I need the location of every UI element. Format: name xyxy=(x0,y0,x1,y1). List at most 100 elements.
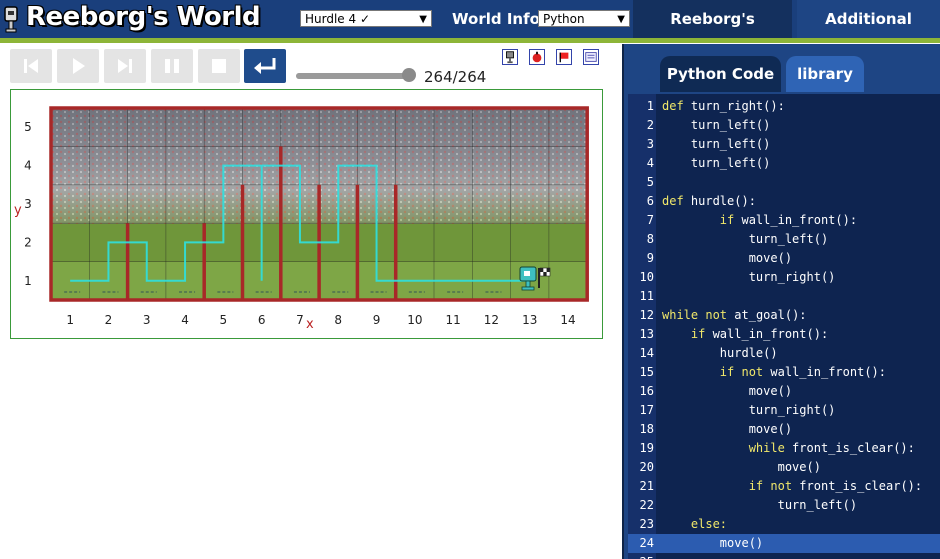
line-number: 19 xyxy=(639,441,654,455)
run-button[interactable] xyxy=(57,49,99,83)
code-line[interactable]: 1 def turn_right(): xyxy=(628,97,940,116)
code-line[interactable]: 8 turn_left() xyxy=(628,230,940,249)
code-line[interactable]: 10 turn_right() xyxy=(628,268,940,287)
code-text: move() xyxy=(748,251,793,265)
x-tick-label: 14 xyxy=(560,313,575,327)
line-number: 3 xyxy=(646,137,654,151)
x-tick-label: 2 xyxy=(105,313,113,327)
x-tick-label: 12 xyxy=(484,313,499,327)
y-tick-label: 1 xyxy=(24,274,32,288)
pause-button[interactable] xyxy=(151,49,193,83)
code-line[interactable]: 14 hurdle() xyxy=(628,344,940,363)
code-line[interactable]: 17 turn_right() xyxy=(628,401,940,420)
x-tick-label: 5 xyxy=(220,313,228,327)
line-number: 16 xyxy=(639,384,654,398)
code-text: def turn_right(): xyxy=(662,99,785,113)
code-line[interactable]: 22 turn_left() xyxy=(628,496,940,515)
code-line[interactable]: 7 if wall_in_front(): xyxy=(628,211,940,230)
language-select[interactable]: Python ▼ xyxy=(538,10,630,27)
additional-options-button[interactable]: Additional options xyxy=(797,0,940,66)
code-text: turn_left() xyxy=(690,137,771,151)
keyboard-button[interactable]: Reeborg's keyboard xyxy=(633,0,792,66)
code-text: turn_left() xyxy=(777,498,858,512)
line-number: 24 xyxy=(639,536,654,550)
code-text: hurdle() xyxy=(719,346,778,360)
code-text: if not wall_in_front(): xyxy=(719,365,886,379)
x-axis-ticks: 1 2 3 4 5 6 7 8 9 10 11 12 13 14 xyxy=(66,313,575,327)
line-number: 22 xyxy=(639,498,654,512)
code-line[interactable]: 12 while not at_goal(): xyxy=(628,306,940,325)
code-text: while not at_goal(): xyxy=(662,308,807,322)
x-tick-label: 13 xyxy=(522,313,537,327)
world-info-button[interactable]: World Info xyxy=(446,0,546,38)
edit-tool-icon[interactable] xyxy=(583,49,599,65)
bomb-tool-icon[interactable] xyxy=(529,49,545,65)
code-editor[interactable]: 1 def turn_right(): 2 turn_left() 3 turn_le… xyxy=(628,94,940,559)
robot-tool-icon[interactable] xyxy=(502,49,518,65)
pause-icon xyxy=(165,59,179,73)
code-text: turn_right() xyxy=(748,403,836,417)
code-text: move() xyxy=(748,384,793,398)
world-select[interactable]: Hurdle 4 ✓ ▼ xyxy=(300,10,432,27)
line-number: 25 xyxy=(628,553,654,559)
code-line[interactable]: 20 move() xyxy=(628,458,940,477)
x-tick-label: 3 xyxy=(143,313,151,327)
code-line[interactable]: 24 move() xyxy=(628,534,940,553)
world-select-value: Hurdle 4 ✓ xyxy=(305,12,371,26)
code-line[interactable]: 25 xyxy=(628,553,940,559)
x-tick-label: 7 xyxy=(296,313,304,327)
x-tick-label: 4 xyxy=(181,313,189,327)
line-number: 15 xyxy=(639,365,654,379)
line-number: 18 xyxy=(639,422,654,436)
chevron-down-icon: ▼ xyxy=(617,14,625,25)
tab-python-code[interactable]: Python Code xyxy=(660,56,781,92)
code-line[interactable]: 23 else: xyxy=(628,515,940,534)
code-line[interactable]: 18 move() xyxy=(628,420,940,439)
step-button[interactable] xyxy=(104,49,146,83)
code-line[interactable]: 13 if wall_in_front(): xyxy=(628,325,940,344)
y-tick-label: 5 xyxy=(24,120,32,134)
y-tick-label: 2 xyxy=(24,235,32,249)
line-number: 23 xyxy=(639,517,654,531)
code-line[interactable]: 2 turn_left() xyxy=(628,116,940,135)
reverse-step-button[interactable] xyxy=(10,49,52,83)
world-canvas[interactable]: 1 2 3 4 5 6 7 8 9 10 11 12 13 14 12345 y x xyxy=(11,90,601,336)
code-text: turn_left() xyxy=(690,118,771,132)
line-number: 6 xyxy=(646,194,654,208)
code-line[interactable]: 15 if not wall_in_front(): xyxy=(628,363,940,382)
y-axis-label: y xyxy=(14,203,22,218)
speed-slider-track[interactable] xyxy=(296,73,412,79)
app-title: Reeborg's World xyxy=(26,2,261,32)
code-line[interactable]: 11 xyxy=(628,287,940,306)
stop-button[interactable] xyxy=(198,49,240,83)
y-tick-label: 4 xyxy=(24,159,32,173)
x-tick-label: 6 xyxy=(258,313,266,327)
line-number: 12 xyxy=(639,308,654,322)
x-tick-label: 8 xyxy=(334,313,342,327)
reload-button[interactable] xyxy=(244,49,286,83)
code-line[interactable]: 21 if not front_is_clear(): xyxy=(628,477,940,496)
code-text: move() xyxy=(748,422,793,436)
code-line[interactable]: 3 turn_left() xyxy=(628,135,940,154)
code-line[interactable]: 9 move() xyxy=(628,249,940,268)
line-number: 10 xyxy=(639,270,654,284)
line-number: 4 xyxy=(646,156,654,170)
code-line[interactable]: 6 def hurdle(): xyxy=(628,192,940,211)
play-icon xyxy=(73,58,85,74)
flag-tool-icon[interactable] xyxy=(556,49,572,65)
y-axis-ticks: 1 2 3 4 5 xyxy=(24,120,32,288)
tab-library[interactable]: library xyxy=(786,56,864,92)
line-number: 2 xyxy=(646,118,654,132)
x-tick-label: 10 xyxy=(407,313,422,327)
speed-slider-thumb[interactable] xyxy=(402,68,416,82)
code-text: move() xyxy=(777,460,821,474)
first-icon xyxy=(24,59,38,73)
code-line[interactable]: 4 turn_left() xyxy=(628,154,940,173)
code-line[interactable]: 16 move() xyxy=(628,382,940,401)
code-line[interactable]: 5 xyxy=(628,173,940,192)
code-text: move() xyxy=(719,536,764,550)
code-text: else: xyxy=(690,517,728,531)
line-number: 11 xyxy=(639,289,654,303)
code-line[interactable]: 19 while front_is_clear(): xyxy=(628,439,940,458)
line-number: 17 xyxy=(639,403,654,417)
